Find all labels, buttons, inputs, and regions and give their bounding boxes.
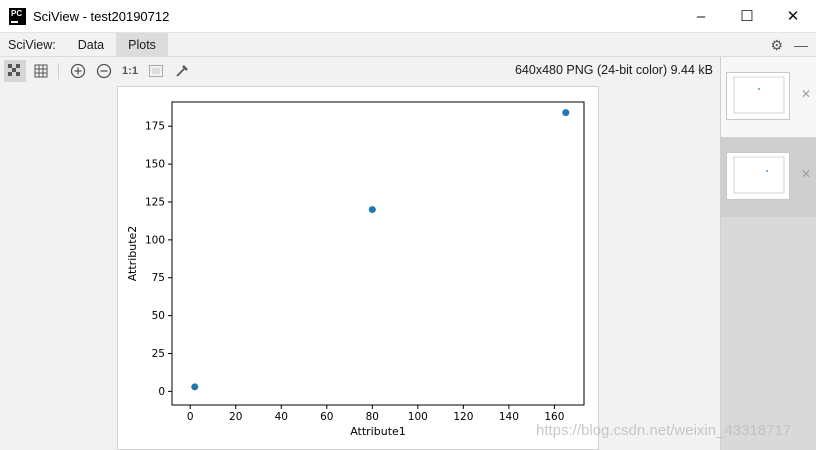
scatter-point: [562, 109, 570, 117]
x-axis-ticks: 0 20 40 60 80 100 120 140 160: [187, 405, 564, 423]
thumbnail-image: [726, 152, 790, 200]
y-tick-label: 0: [158, 386, 165, 398]
color-picker-button[interactable]: [171, 60, 193, 82]
zoom-out-button[interactable]: [93, 60, 115, 82]
scatter-points: [191, 109, 570, 391]
fit-window-icon: [149, 65, 163, 77]
zoom-in-icon: [70, 63, 86, 79]
y-tick-label: 125: [145, 196, 165, 208]
pycharm-icon: PC: [9, 7, 26, 25]
y-axis-label: Attribute2: [126, 226, 139, 282]
scatter-chart: 0 20 40 60 80 100 120 140 160 025507510012515017…: [126, 101, 585, 438]
title-bar: PC SciView - test20190712 – ☐ ✕: [0, 0, 816, 32]
plot-thumbnail[interactable]: ✕: [721, 137, 816, 217]
sciview-label: SciView:: [8, 37, 56, 52]
chessboard-icon: [8, 64, 20, 76]
actual-size-button[interactable]: 1:1: [119, 60, 141, 82]
axes-frame: [171, 101, 585, 406]
y-axis-ticks: 0 25 50 75 100 125 150 175: [145, 121, 172, 398]
grid-button[interactable]: [30, 60, 52, 82]
zoom-out-icon: [96, 63, 112, 79]
x-tick-label: 40: [275, 411, 288, 423]
tab-plots[interactable]: Plots: [116, 32, 168, 57]
y-tick-label: 100: [145, 234, 165, 246]
fit-to-window-button[interactable]: [145, 60, 167, 82]
x-tick-label: 0: [187, 411, 194, 423]
watermark: https://blog.csdn.net/weixin_43318717: [536, 422, 792, 439]
scatter-point: [191, 383, 199, 391]
x-tick-label: 120: [453, 411, 473, 423]
image-viewer: 0 20 40 60 80 100 120 140 160 0 25 50 75 100 125 150 17…: [0, 85, 720, 450]
tab-data[interactable]: Data: [66, 33, 116, 57]
window-title: SciView - test20190712: [33, 8, 170, 24]
zoom-in-button[interactable]: [67, 60, 89, 82]
plot-toolbar: 1:1 640x480 PNG (24-bit color) 9.44 kB: [0, 57, 720, 85]
toolbar-separator: [58, 63, 59, 79]
grid-icon: [34, 64, 48, 78]
y-tick-label: 175: [145, 121, 165, 133]
x-tick-label: 140: [499, 411, 519, 423]
y-tick-label: 50: [152, 310, 165, 322]
eyedropper-icon: [176, 65, 188, 77]
y-tick-label: 150: [145, 159, 165, 171]
scatter-point: [368, 206, 376, 214]
close-thumbnail-icon[interactable]: ✕: [801, 87, 811, 101]
sciview-tab-row: SciView: Data Plots ⚙ —: [0, 32, 816, 57]
hide-panel-icon[interactable]: —: [794, 37, 808, 53]
window-controls: – ☐ ✕: [678, 0, 816, 32]
plot-thumbnails: ✕ ✕: [720, 57, 816, 450]
close-button[interactable]: ✕: [770, 0, 816, 32]
x-axis-label: Attribute1: [350, 425, 406, 438]
x-tick-label: 100: [408, 411, 428, 423]
chessboard-background-button[interactable]: [4, 60, 26, 82]
y-tick-label: 75: [152, 272, 165, 284]
maximize-button[interactable]: ☐: [724, 0, 770, 32]
image-file-info: 640x480 PNG (24-bit color) 9.44 kB: [514, 63, 713, 77]
plot-image: 0 20 40 60 80 100 120 140 160 0 25 50 75 100 125 150 17…: [117, 86, 599, 450]
x-tick-label: 60: [320, 411, 333, 423]
minimize-button[interactable]: –: [678, 0, 724, 32]
close-thumbnail-icon[interactable]: ✕: [801, 167, 811, 181]
y-tick-label: 25: [152, 348, 165, 360]
x-tick-label: 80: [366, 411, 379, 423]
plot-thumbnail[interactable]: ✕: [721, 57, 816, 137]
x-tick-label: 20: [229, 411, 242, 423]
gear-icon[interactable]: ⚙: [770, 37, 783, 54]
thumbnail-image: [726, 72, 790, 120]
